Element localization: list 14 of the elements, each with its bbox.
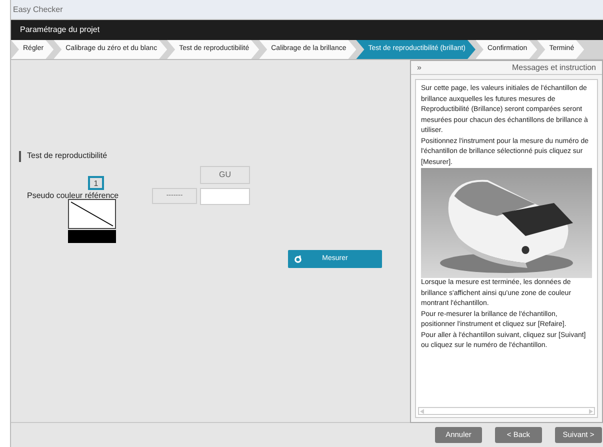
panel-title: Messages et instruction <box>512 62 596 74</box>
collapse-button[interactable]: » <box>417 62 422 74</box>
scroll-left-icon <box>420 408 424 414</box>
color-swatch <box>68 199 116 243</box>
horizontal-scrollbar[interactable] <box>418 407 595 415</box>
scroll-right-icon <box>589 408 593 414</box>
unit-header: GU <box>219 169 231 181</box>
sample-number-button[interactable]: 1 <box>88 176 104 190</box>
value-cell <box>200 188 250 205</box>
pseudo-color-label: Pseudo couleur référence <box>27 190 119 202</box>
section-title: Test de reproductibilité <box>27 150 108 162</box>
header-title: Paramétrage du projet <box>20 24 100 36</box>
window-title: Easy Checker <box>13 4 63 16</box>
measure-icon <box>294 255 302 263</box>
